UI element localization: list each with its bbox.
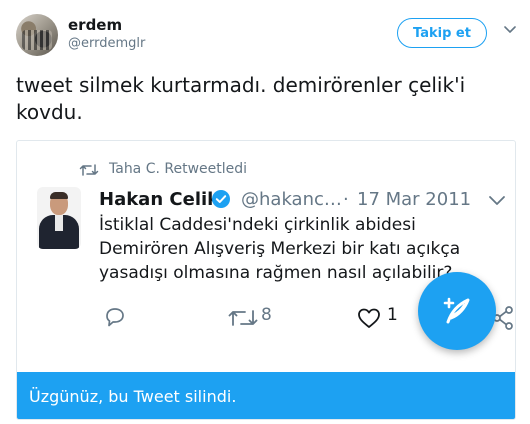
user-handle[interactable]: @errdemglr [68, 36, 145, 51]
tweet-text: tweet silmek kurtarmadı. demirörenler çe… [16, 73, 466, 124]
retweet-icon[interactable] [227, 307, 259, 329]
separator-dot: · [343, 189, 349, 210]
chevron-down-icon[interactable] [487, 191, 507, 209]
deleted-tweet-notice: Üzgünüz, bu Tweet silindi. [17, 372, 515, 419]
retweet-context[interactable]: Taha C. Retweetledi [109, 161, 247, 177]
like-icon[interactable] [357, 307, 381, 329]
chevron-down-icon[interactable] [503, 22, 517, 36]
retweet-icon [79, 164, 99, 176]
quoted-handle[interactable]: @hakanc… [241, 189, 342, 210]
quoted-display-name[interactable]: Hakan Celik [99, 189, 219, 210]
avatar[interactable] [16, 14, 58, 56]
display-name[interactable]: erdem [68, 16, 122, 34]
retweet-count: 8 [261, 305, 272, 325]
quoted-date[interactable]: 17 Mar 2011 [357, 189, 471, 210]
quoted-avatar[interactable] [37, 187, 81, 249]
compose-tweet-button[interactable] [418, 272, 496, 350]
compose-icon [443, 297, 470, 324]
verified-icon [212, 190, 230, 208]
reply-icon[interactable] [103, 305, 127, 329]
like-count: 1 [387, 305, 398, 325]
follow-button[interactable]: Takip et [397, 18, 487, 48]
